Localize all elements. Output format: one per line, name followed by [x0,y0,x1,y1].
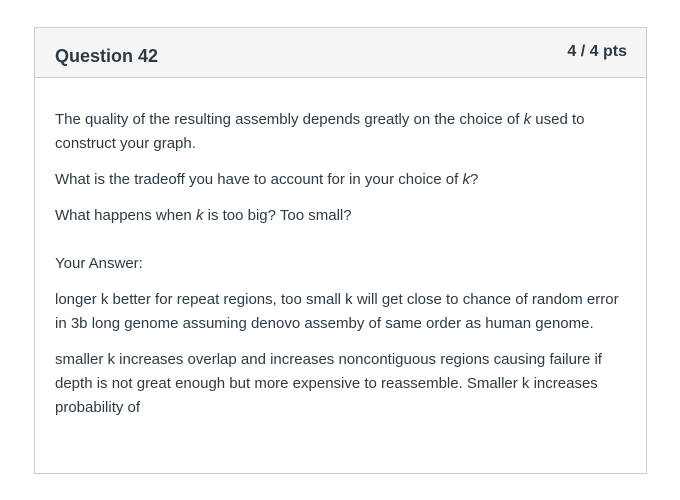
question-prompt-paragraph: The quality of the resulting assembly de… [55,108,620,156]
question-body: The quality of the resulting assembly de… [55,108,620,432]
prompt-text: ? [469,171,479,188]
question-prompt-paragraph: What happens when k is too big? Too smal… [55,204,620,228]
question-title: Question 42 [55,46,159,66]
question-card: Question 42 4 / 4 pts The quality of the… [34,27,647,474]
prompt-text: What is the tradeoff you have to account… [55,171,463,188]
answer-text: longer k better for repeat regions, too … [55,288,620,420]
question-points: 4 / 4 pts [567,43,627,60]
answer-paragraph: longer k better for repeat regions, too … [55,291,619,332]
question-header: Question 42 4 / 4 pts [35,28,646,78]
answer-label: Your Answer: [55,255,143,272]
question-prompt-paragraph: What is the tradeoff you have to account… [55,168,620,192]
prompt-variable-k: k [523,111,532,128]
answer-paragraph: smaller k increases overlap and increase… [55,351,602,416]
prompt-text: is too big? Too small? [203,207,352,224]
prompt-text: What happens when [55,207,196,224]
prompt-text: The quality of the resulting assembly de… [55,111,524,128]
prompt-variable-k: k [462,171,470,188]
